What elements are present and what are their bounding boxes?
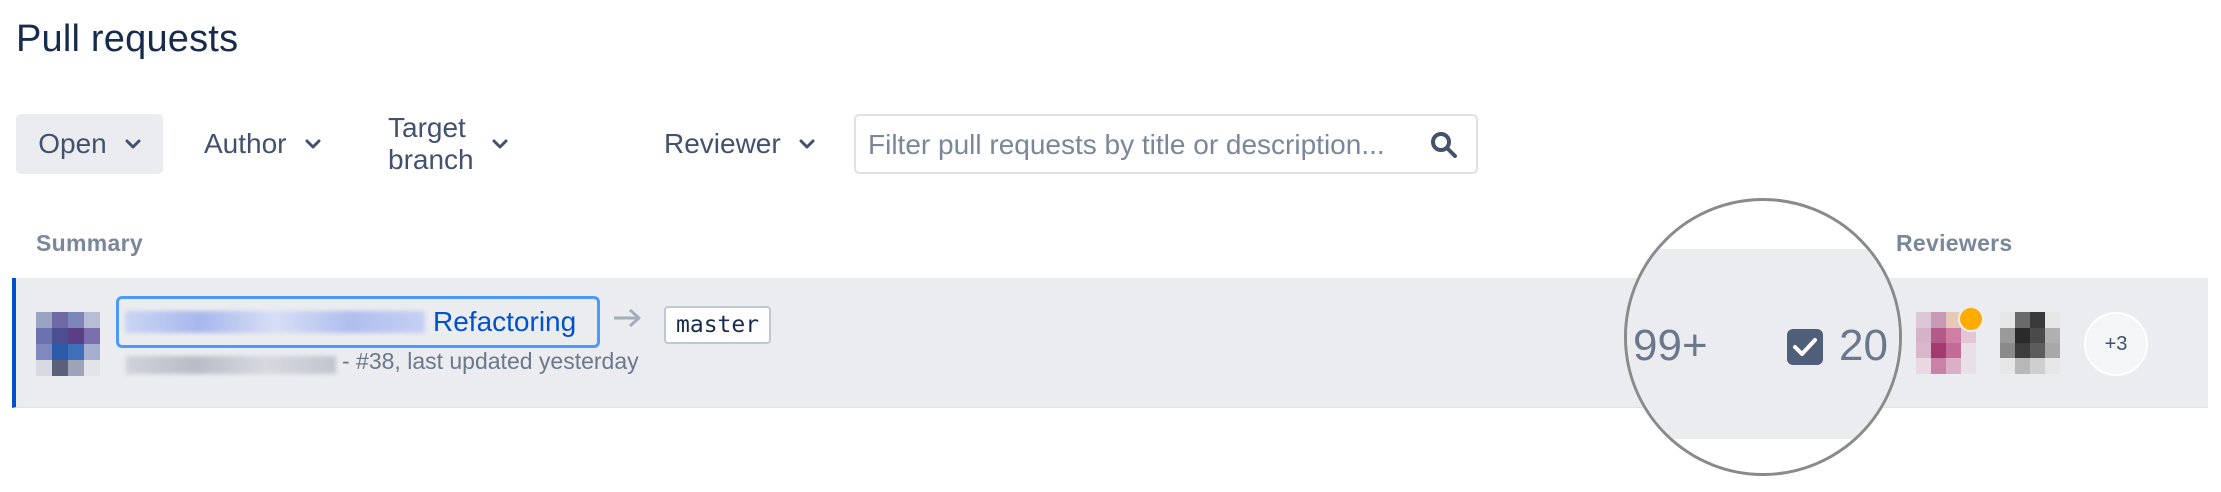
task-checkbox-icon bbox=[1785, 327, 1825, 372]
chevron-down-icon bbox=[125, 138, 141, 150]
chevron-down-icon bbox=[492, 138, 508, 150]
page-title: Pull requests bbox=[16, 18, 239, 60]
pull-request-meta: - #38, last updated yesterday bbox=[342, 348, 639, 374]
zoom-magnifier: 99+ 20 bbox=[1624, 198, 1902, 476]
author-name-redacted bbox=[126, 356, 336, 374]
reviewer-status-dot bbox=[1958, 306, 1984, 332]
reviewer-filter-dropdown[interactable]: Reviewer bbox=[664, 114, 815, 174]
author-filter-label: Author bbox=[204, 128, 287, 159]
more-reviewers-badge[interactable]: +3 bbox=[2084, 312, 2148, 376]
reviewer-filter-label: Reviewer bbox=[664, 128, 781, 159]
target-branch-lozenge: master bbox=[664, 306, 772, 344]
pull-request-title-redacted bbox=[125, 311, 425, 333]
arrow-right-icon bbox=[612, 306, 644, 335]
search-input[interactable] bbox=[866, 116, 1410, 174]
pull-request-title-link[interactable]: Refactoring bbox=[116, 296, 600, 348]
author-avatar bbox=[36, 312, 100, 376]
comments-count: 99+ bbox=[1633, 321, 1708, 370]
author-filter-dropdown[interactable]: Author bbox=[204, 114, 321, 174]
pull-request-title-text: Refactoring bbox=[433, 306, 577, 337]
summary-column-header: Summary bbox=[36, 230, 143, 256]
chevron-down-icon bbox=[799, 138, 815, 150]
search-box bbox=[854, 114, 1478, 174]
tasks-count: 20 bbox=[1839, 321, 1888, 370]
reviewer-avatar[interactable] bbox=[2000, 312, 2060, 374]
chevron-down-icon bbox=[305, 138, 321, 150]
state-filter-label: Open bbox=[38, 128, 107, 159]
state-filter-dropdown[interactable]: Open bbox=[16, 114, 163, 174]
reviewers-column-header: Reviewers bbox=[1896, 230, 2013, 256]
search-icon[interactable] bbox=[1430, 131, 1458, 164]
target-branch-filter-dropdown[interactable]: Target branch bbox=[388, 112, 508, 175]
target-branch-filter-label: Target branch bbox=[388, 112, 474, 175]
